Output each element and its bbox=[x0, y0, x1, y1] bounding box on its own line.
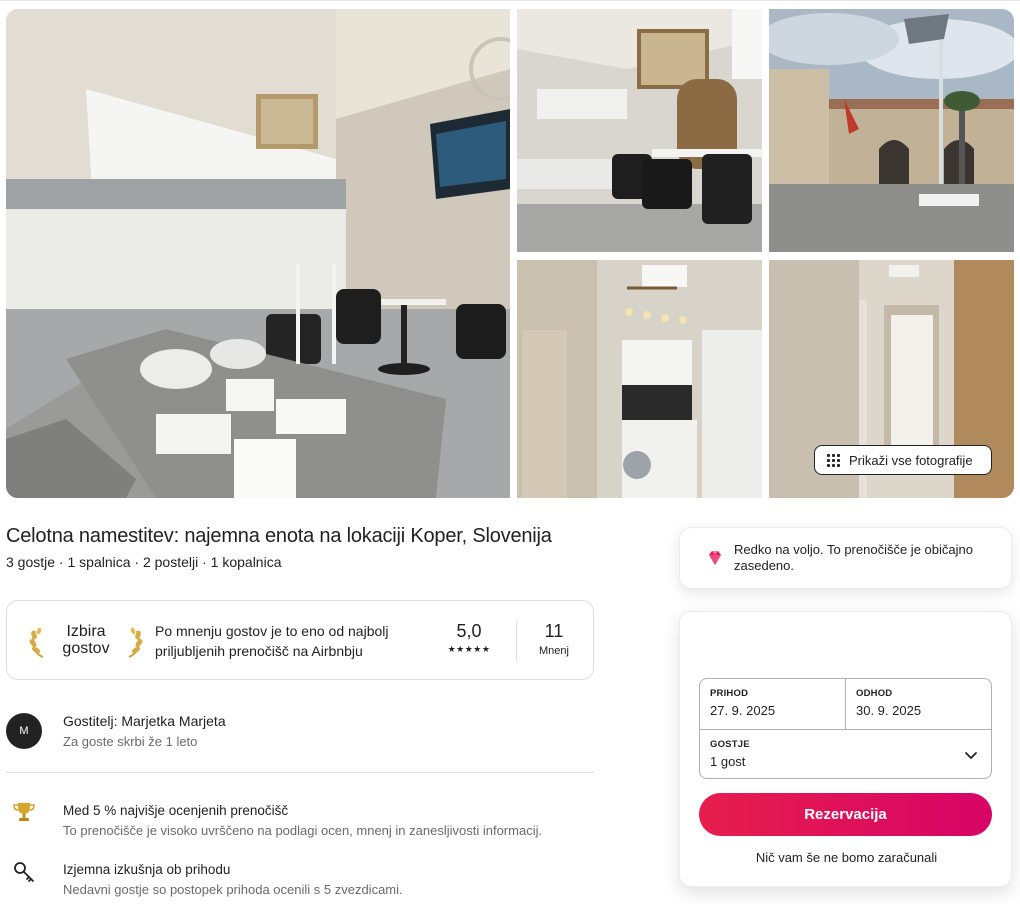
highlight-description: Nedavni gostje so postopek prihoda oceni… bbox=[63, 882, 403, 897]
reviews-label: Mnenj bbox=[539, 645, 569, 657]
rating-value: 5,0 bbox=[456, 621, 482, 641]
booking-card: PRIHOD 27. 9. 2025 ODHOD 30. 9. 2025 GOS… bbox=[679, 611, 1012, 887]
host-avatar[interactable]: M bbox=[6, 713, 42, 749]
guests-select[interactable]: GOSTJE 1 gost bbox=[700, 729, 992, 779]
guest-favorite-label: Izbira gostov bbox=[47, 623, 125, 657]
guest-favorite-box: Izbira gostov Po mnenju gostov je to eno… bbox=[6, 600, 594, 680]
key-icon bbox=[14, 862, 34, 882]
host-since: Za goste skrbi že 1 leto bbox=[63, 734, 198, 749]
laurel-left-icon bbox=[29, 627, 44, 658]
laurel-right-icon bbox=[128, 627, 143, 658]
highlight-description: To prenočišče je visoko uvrščeno na podl… bbox=[63, 823, 543, 838]
guests-label: GOSTJE bbox=[710, 739, 750, 750]
no-charge-note: Nič vam še ne bomo zaračunali bbox=[755, 850, 938, 865]
section-divider bbox=[6, 772, 594, 773]
checkout-label: ODHOD bbox=[856, 688, 893, 699]
highlight-title: Izjemna izkušnja ob prihodu bbox=[63, 862, 231, 877]
date-guest-picker: PRIHOD 27. 9. 2025 ODHOD 30. 9. 2025 GOS… bbox=[699, 678, 992, 779]
trophy-icon bbox=[13, 803, 35, 821]
rating-block: 5,0 ★★★★★ bbox=[439, 621, 499, 655]
badge-line1: Izbira bbox=[66, 623, 106, 640]
host-name: Gostitelj: Marjetka Marjeta bbox=[63, 713, 226, 729]
top-divider bbox=[0, 0, 1020, 1]
rare-find-text: Redko na voljo. To prenočišče je običajn… bbox=[734, 542, 973, 573]
rare-find-notice: Redko na voljo. To prenočišče je običajn… bbox=[679, 527, 1012, 589]
show-all-photos-label: Prikaži vse fotografije bbox=[849, 452, 973, 468]
rating-divider bbox=[516, 621, 517, 661]
photo-kitchen[interactable] bbox=[517, 260, 762, 498]
photo-town-square[interactable] bbox=[769, 9, 1014, 252]
reserve-button[interactable]: Rezervacija bbox=[699, 793, 992, 836]
show-all-photos-button[interactable]: Prikaži vse fotografije bbox=[814, 445, 992, 475]
checkin-value: 27. 9. 2025 bbox=[710, 703, 776, 718]
grid-icon bbox=[827, 453, 840, 467]
diamond-icon bbox=[709, 551, 721, 565]
listing-subtitle: 3 gostje · 1 spalnica · 2 postelji · 1 k… bbox=[6, 554, 282, 570]
checkin-label: PRIHOD bbox=[710, 688, 749, 699]
photo-main-bedroom[interactable] bbox=[6, 9, 510, 498]
rating-stars: ★★★★★ bbox=[447, 644, 491, 654]
badge-line2: gostov bbox=[62, 640, 110, 657]
photo-dining-area[interactable] bbox=[517, 9, 762, 252]
reviews-count: 11 bbox=[544, 621, 564, 641]
highlight-title: Med 5 % najvišje ocenjenih prenočišč bbox=[63, 803, 289, 818]
checkin-field[interactable]: PRIHOD 27. 9. 2025 bbox=[700, 679, 846, 729]
checkout-field[interactable]: ODHOD 30. 9. 2025 bbox=[846, 679, 992, 729]
reviews-link[interactable]: 11 Mnenj bbox=[529, 621, 579, 657]
guest-favorite-description: Po mnenju gostov je to eno od najbolj pr… bbox=[155, 623, 389, 659]
checkout-value: 30. 9. 2025 bbox=[856, 703, 922, 718]
listing-title: Celotna namestitev: najemna enota na lok… bbox=[6, 525, 552, 547]
chevron-down-icon bbox=[965, 752, 977, 759]
guest-favorite-badge: Izbira gostov bbox=[29, 623, 143, 659]
guests-value: 1 gost bbox=[710, 754, 746, 769]
